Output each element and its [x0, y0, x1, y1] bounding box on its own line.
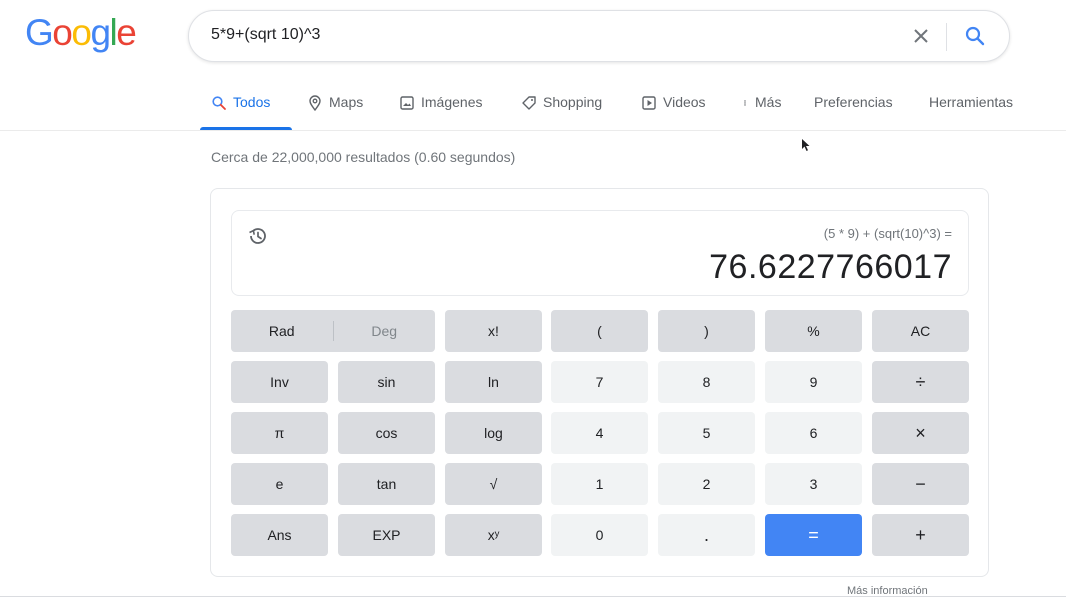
tan-button[interactable]: tan — [338, 463, 435, 505]
mouse-cursor-icon — [802, 139, 810, 151]
google-logo[interactable]: Google — [25, 12, 137, 53]
digit-1-button[interactable]: 1 — [551, 463, 648, 505]
more-vert-icon — [744, 100, 746, 106]
tab-preferencias[interactable]: Preferencias — [814, 94, 893, 130]
digit-9-button[interactable]: 9 — [765, 361, 862, 403]
tab-mas[interactable]: Más — [741, 94, 781, 130]
image-icon — [400, 96, 414, 110]
logo-letter: l — [109, 12, 118, 53]
search-box[interactable]: 5*9+(sqrt 10)^3 — [188, 10, 1010, 62]
divide-button[interactable]: ÷ — [872, 361, 969, 403]
logo-letter: e — [116, 12, 137, 53]
ln-button[interactable]: ln — [445, 361, 542, 403]
power-button[interactable]: xʸ — [445, 514, 542, 556]
header-divider — [0, 130, 1066, 131]
logo-letter: g — [90, 12, 111, 53]
tab-label: Imágenes — [421, 94, 483, 110]
calculator-card: (5 * 9) + (sqrt(10)^3) = 76.6227766017 R… — [210, 188, 989, 577]
digit-4-button[interactable]: 4 — [551, 412, 648, 454]
calc-expression: (5 * 9) + (sqrt(10)^3) = — [823, 226, 952, 241]
tab-imagenes[interactable]: Imágenes — [399, 94, 482, 130]
angle-mode-toggle: Rad Deg — [231, 310, 435, 352]
tab-maps[interactable]: Maps — [307, 94, 363, 130]
digit-7-button[interactable]: 7 — [551, 361, 648, 403]
logo-letter: G — [25, 12, 54, 53]
close-icon[interactable] — [909, 24, 933, 48]
tab-label: Todos — [233, 94, 271, 110]
map-pin-icon — [309, 95, 321, 111]
tab-label: Shopping — [543, 94, 603, 110]
calc-result: 76.6227766017 — [709, 248, 952, 286]
history-icon[interactable] — [246, 224, 270, 248]
play-icon — [642, 96, 656, 110]
cos-button[interactable]: cos — [338, 412, 435, 454]
exp-button[interactable]: EXP — [338, 514, 435, 556]
digit-6-button[interactable]: 6 — [765, 412, 862, 454]
digit-8-button[interactable]: 8 — [658, 361, 755, 403]
digit-0-button[interactable]: 0 — [551, 514, 648, 556]
percent-button[interactable]: % — [765, 310, 862, 352]
rad-button[interactable]: Rad — [231, 323, 333, 339]
sqrt-button[interactable]: √ — [445, 463, 542, 505]
calculator-display: (5 * 9) + (sqrt(10)^3) = 76.6227766017 — [231, 210, 969, 296]
logo-letter: o — [52, 12, 73, 53]
digit-3-button[interactable]: 3 — [765, 463, 862, 505]
tab-label: Maps — [329, 94, 364, 110]
search-icon — [212, 96, 226, 110]
right-paren-button[interactable]: ) — [658, 310, 755, 352]
tab-todos[interactable]: Todos — [211, 94, 270, 130]
search-input[interactable]: 5*9+(sqrt 10)^3 — [211, 26, 320, 44]
search-icon[interactable] — [963, 24, 987, 48]
multiply-button[interactable]: × — [872, 412, 969, 454]
ans-button[interactable]: Ans — [231, 514, 328, 556]
search-divider — [946, 23, 947, 51]
sin-button[interactable]: sin — [338, 361, 435, 403]
deg-button[interactable]: Deg — [334, 323, 436, 339]
logo-letter: o — [71, 12, 92, 53]
tab-herramientas[interactable]: Herramientas — [929, 94, 1013, 130]
log-button[interactable]: log — [445, 412, 542, 454]
e-button[interactable]: e — [231, 463, 328, 505]
tab-label: Más — [755, 94, 782, 110]
tab-label: Preferencias — [814, 94, 893, 110]
digit-5-button[interactable]: 5 — [658, 412, 755, 454]
digit-2-button[interactable]: 2 — [658, 463, 755, 505]
tab-label: Herramientas — [929, 94, 1014, 110]
inv-button[interactable]: Inv — [231, 361, 328, 403]
result-stats: Cerca de 22,000,000 resultados (0.60 seg… — [211, 149, 516, 165]
equals-button[interactable]: = — [765, 514, 862, 556]
plus-button[interactable]: + — [872, 514, 969, 556]
factorial-button[interactable]: x! — [445, 310, 542, 352]
decimal-point-button[interactable]: . — [658, 514, 755, 556]
tab-videos[interactable]: Videos — [641, 94, 706, 130]
all-clear-button[interactable]: AC — [872, 310, 969, 352]
left-paren-button[interactable]: ( — [551, 310, 648, 352]
tab-label: Videos — [663, 94, 706, 110]
tag-icon — [522, 96, 536, 110]
tab-shopping[interactable]: Shopping — [521, 94, 602, 130]
pi-button[interactable]: π — [231, 412, 328, 454]
minus-button[interactable]: − — [872, 463, 969, 505]
